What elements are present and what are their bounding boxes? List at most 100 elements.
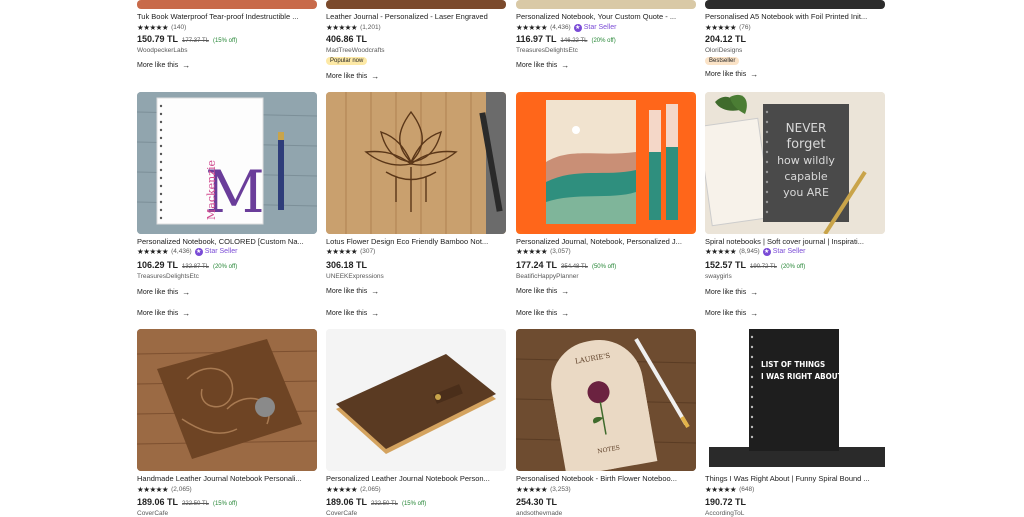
listing-title[interactable]: Lotus Flower Design Eco Friendly Bamboo … — [326, 237, 506, 246]
listing-title[interactable]: Personalized Notebook, COLORED [Custom N… — [137, 237, 317, 246]
arrow-right-icon: → — [182, 309, 191, 318]
listing-image[interactable]: NEVER forget how wildly capable you ARE — [705, 92, 885, 234]
more-like-this-label: More like this — [516, 62, 558, 69]
price: 150.79 TL — [137, 34, 179, 44]
shop-name[interactable]: BeatificHappyPlanner — [516, 273, 579, 280]
cover-text-line: I WAS RIGHT ABOUT — [761, 372, 843, 381]
listing-title[interactable]: Tuk Book Waterproof Tear-proof Indestruc… — [137, 12, 317, 21]
shop-name[interactable]: swaygirls — [705, 273, 732, 280]
price: 406.86 TL — [326, 34, 368, 44]
more-like-this-label: More like this — [516, 310, 558, 317]
listing-title[interactable]: Personalized Journal, Notebook, Personal… — [516, 237, 696, 246]
shop-name[interactable]: CoverCafe — [326, 510, 357, 517]
listing-title[interactable]: Things I Was Right About | Funny Spiral … — [705, 474, 885, 483]
listing-image[interactable]: M Mackenzie — [137, 92, 317, 234]
review-count: (307) — [360, 248, 376, 255]
shop-name[interactable]: MadTreeWoodcrafts — [326, 47, 385, 54]
shop-name[interactable]: AccordingToL — [705, 510, 744, 517]
cover-text-line: NEVER — [786, 121, 827, 135]
more-like-this-link[interactable]: More like this → — [516, 287, 569, 296]
listing-title[interactable]: Handmade Leather Journal Notebook Person… — [137, 474, 317, 483]
more-like-this-link[interactable]: More like this → — [705, 309, 758, 318]
price: 189.06 TL — [326, 497, 368, 507]
review-count: (2,065) — [360, 486, 381, 493]
cover-text-line: you ARE — [783, 186, 829, 199]
discount: (15% off) — [212, 501, 238, 507]
stars-icon: ★★★★★ — [137, 247, 169, 256]
more-like-this-link[interactable]: More like this → — [326, 287, 379, 296]
listing-image[interactable]: LIST OF THINGS I WAS RIGHT ABOUT — [705, 329, 885, 471]
notebook-image: M Mackenzie — [137, 92, 317, 234]
stars-icon: ★★★★★ — [705, 247, 737, 256]
listing-title[interactable]: Spiral notebooks | Soft cover journal | … — [705, 237, 885, 246]
shop-name[interactable]: OloriDesigns — [705, 47, 742, 54]
more-like-this-link[interactable]: More like this → — [705, 70, 758, 79]
original-price: 132.87 TL — [182, 264, 209, 270]
listing-image[interactable] — [326, 92, 506, 234]
arrow-right-icon: → — [750, 70, 759, 79]
listing-title[interactable]: Personalised A5 Notebook with Foil Print… — [705, 12, 885, 21]
listing-image[interactable] — [326, 329, 506, 471]
cover-text-line: LIST OF THINGS — [761, 360, 825, 369]
spiral-notebook-image: LIST OF THINGS I WAS RIGHT ABOUT — [705, 329, 885, 471]
listing-image[interactable] — [137, 329, 317, 471]
listing-image[interactable]: LAURIE'S NOTES — [516, 329, 696, 471]
stars-icon: ★★★★★ — [516, 247, 548, 256]
more-like-this-link[interactable]: More like this → — [326, 72, 379, 81]
original-price: 222.50 TL — [182, 501, 209, 507]
price: 190.72 TL — [705, 497, 747, 507]
more-like-this-link[interactable]: More like this → — [326, 309, 379, 318]
arrow-right-icon: → — [371, 287, 380, 296]
monogram-name: Mackenzie — [205, 160, 218, 220]
rating: ★★★★★ (8,945) ★ Star Seller — [705, 247, 805, 256]
review-count: (8,945) — [739, 248, 760, 255]
price: 106.29 TL — [137, 260, 179, 270]
rating: ★★★★★ (76) — [705, 23, 751, 32]
more-like-this-link[interactable]: More like this → — [516, 309, 569, 318]
more-like-this-label: More like this — [705, 289, 747, 296]
listing-image[interactable] — [516, 92, 696, 234]
stars-icon: ★★★★★ — [326, 247, 358, 256]
more-like-this-label: More like this — [137, 289, 179, 296]
listing-image[interactable] — [137, 0, 317, 9]
shop-name[interactable]: CoverCafe — [137, 510, 168, 517]
more-like-this-link[interactable]: More like this → — [137, 309, 190, 318]
review-count: (4,436) — [171, 248, 192, 255]
price: 189.06 TL — [137, 497, 179, 507]
listing-title[interactable]: Personalized Notebook, Your Custom Quote… — [516, 12, 696, 21]
shop-name[interactable]: TreasuresDelightsEtc — [137, 273, 199, 280]
bestseller-badge: Bestseller — [705, 57, 740, 65]
star-seller-icon: ★ — [573, 23, 582, 32]
leather-journal-image — [137, 329, 317, 471]
listing-image[interactable] — [705, 0, 885, 9]
price-row: 116.97 TL 146.22 TL (20% off) — [516, 34, 616, 44]
listing-image[interactable] — [326, 0, 506, 9]
shop-name[interactable]: TreasuresDelightsEtc — [516, 47, 578, 54]
listing-title[interactable]: Personalized Leather Journal Notebook Pe… — [326, 474, 506, 483]
star-seller-label: Star Seller — [583, 24, 617, 31]
more-like-this-link[interactable]: More like this → — [137, 288, 190, 297]
listing-title[interactable]: Personalised Notebook - Birth Flower Not… — [516, 474, 696, 483]
stars-icon: ★★★★★ — [705, 485, 737, 494]
stars-icon: ★★★★★ — [516, 485, 548, 494]
more-like-this-label: More like this — [326, 288, 368, 295]
listing-image[interactable] — [516, 0, 696, 9]
review-count: (140) — [171, 24, 187, 31]
shop-name[interactable]: UNEEKExpressions — [326, 273, 384, 280]
shop-name[interactable]: andsothevmade — [516, 510, 562, 517]
popular-now-badge: Popular now — [326, 57, 368, 65]
star-seller-badge: ★ Star Seller — [194, 247, 237, 256]
rating: ★★★★★ (648) — [705, 485, 754, 494]
more-like-this-link[interactable]: More like this → — [516, 61, 569, 70]
review-count: (2,065) — [171, 486, 192, 493]
price-row: 254.30 TL — [516, 497, 557, 507]
more-like-this-link[interactable]: More like this → — [705, 288, 758, 297]
rating: ★★★★★ (1,201) — [326, 23, 381, 32]
price-row: 150.79 TL 177.37 TL (15% off) — [137, 34, 237, 44]
discount: (20% off) — [780, 264, 806, 270]
shop-name[interactable]: WoodpeckerLabs — [137, 47, 187, 54]
more-like-this-link[interactable]: More like this → — [137, 61, 190, 70]
more-like-this-label: More like this — [705, 310, 747, 317]
rating: ★★★★★ (140) — [137, 23, 186, 32]
listing-title[interactable]: Leather Journal - Personalized - Laser E… — [326, 12, 506, 21]
